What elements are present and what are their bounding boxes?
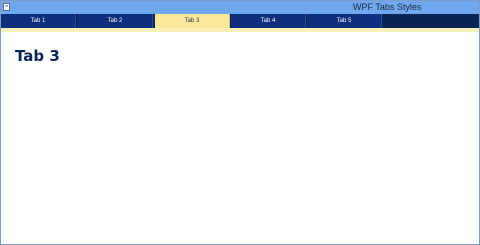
tab-content-panel: Tab 3	[1, 32, 479, 244]
tab-5[interactable]: Tab 5	[307, 14, 382, 28]
tab-2[interactable]: Tab 2	[78, 14, 153, 28]
window-icon[interactable]	[3, 3, 10, 11]
tab-content-heading: Tab 3	[15, 47, 60, 65]
app-window: WPF Tabs Styles Tab 1 Tab 2 Tab 3 Tab 4 …	[0, 0, 480, 245]
title-bar[interactable]: WPF Tabs Styles	[1, 1, 479, 14]
tab-3[interactable]: Tab 3	[155, 14, 230, 28]
tab-strip: Tab 1 Tab 2 Tab 3 Tab 4 Tab 5	[1, 14, 479, 28]
window-title: WPF Tabs Styles	[353, 2, 422, 12]
tab-4[interactable]: Tab 4	[231, 14, 306, 28]
tab-1[interactable]: Tab 1	[1, 14, 76, 28]
